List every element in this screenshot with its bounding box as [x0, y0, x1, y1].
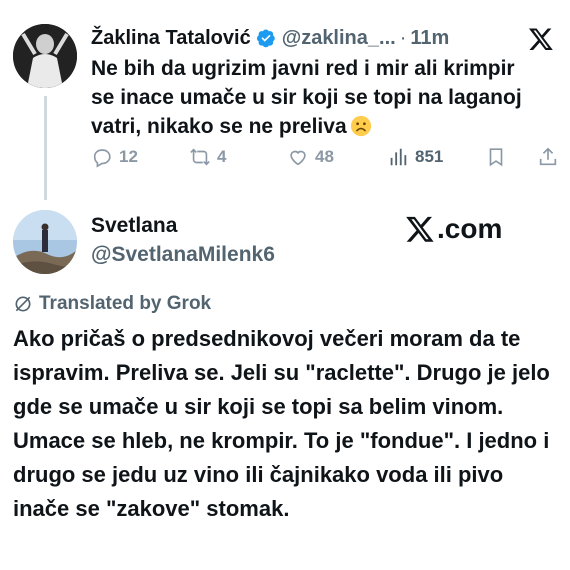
tweet1-header: Žaklina Tatalović @zaklina_... · 11m: [91, 24, 550, 52]
analytics-icon: [390, 148, 407, 166]
repost-icon: [190, 148, 210, 166]
tweet2-text: Ako pričaš o predsednikovoj večeri moram…: [13, 326, 550, 521]
share-icon: [539, 147, 557, 166]
views-button[interactable]: 851: [387, 146, 443, 168]
like-button[interactable]: 48: [287, 146, 334, 168]
repost-count: 4: [217, 147, 227, 166]
tweet1-body: Ne bih da ugrizim javni red i mir ali kr…: [91, 57, 522, 138]
verified-badge-icon: [256, 29, 275, 48]
repost-button[interactable]: 4: [189, 146, 226, 168]
author-name[interactable]: Žaklina Tatalović: [91, 27, 251, 50]
heart-icon: [290, 150, 306, 166]
xcom-watermark: .com: [405, 212, 502, 246]
avatar-svetlana[interactable]: [13, 210, 77, 274]
reply-icon: [93, 149, 111, 168]
bookmark-button[interactable]: [485, 146, 507, 168]
x-logo-icon: [406, 216, 434, 242]
timestamp[interactable]: 11m: [410, 27, 449, 50]
translated-text: Translated by Grok: [39, 293, 212, 314]
tweet1-actions: 12 4 48 851: [91, 146, 561, 174]
watermark-text: .com: [437, 213, 503, 244]
separator-dot: ·: [399, 26, 407, 49]
view-count: 851: [415, 147, 444, 166]
author-name-2[interactable]: Svetlana: [91, 214, 177, 238]
tweet1-text: Ne bih da ugrizim javni red i mir ali kr…: [91, 54, 541, 141]
frowning-face-icon: [350, 115, 371, 137]
x-logo-icon: [528, 28, 553, 51]
reply-button[interactable]: 12: [91, 146, 138, 168]
share-button[interactable]: [537, 146, 559, 168]
avatar-zaklina[interactable]: [13, 24, 77, 88]
author-handle-2[interactable]: @SvetlanaMilenk6: [91, 243, 275, 267]
reply-count: 12: [119, 147, 138, 166]
thread-line: [44, 96, 47, 200]
author-handle[interactable]: @zaklina_...: [282, 27, 396, 50]
like-count: 48: [315, 147, 334, 166]
bookmark-icon: [489, 148, 503, 167]
grok-icon: [15, 296, 31, 312]
translated-label[interactable]: Translated by Grok: [13, 292, 211, 316]
